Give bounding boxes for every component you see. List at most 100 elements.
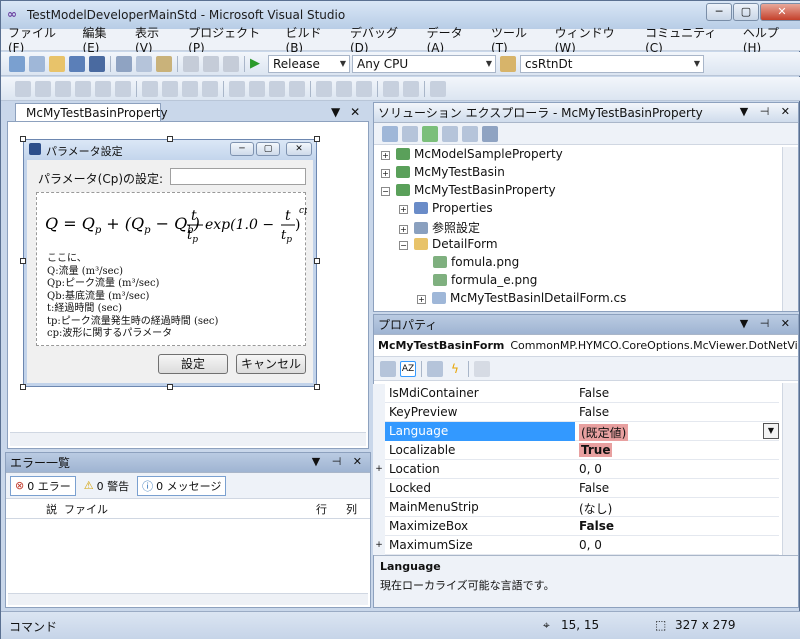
close-button[interactable]: ✕ [760,3,800,21]
menu-project[interactable]: プロジェクト(P) [181,24,278,55]
menu-edit[interactable]: 編集(E) [75,24,128,55]
panel-controls[interactable]: ▼ ⊣ ✕ [740,105,794,118]
property-row[interactable]: + Location 0, 0 [373,460,779,479]
navigate-icon[interactable] [223,55,239,72]
tree-item[interactable]: + McMyTestBasinlDetailForm.cs [417,291,626,305]
tree-item[interactable]: + 参照設定 [399,219,480,236]
maximize-button[interactable]: ▢ [733,3,759,21]
menu-community[interactable]: コミュニティ(C) [638,24,736,55]
form-close-button[interactable]: ✕ [286,142,312,156]
form-maximize-button[interactable]: ▢ [256,142,280,156]
parameter-form[interactable]: パラメータ設定 ─ ▢ ✕ パラメータ(Cp)の設定: Q = Qp + (Qp… [23,139,317,387]
same-size-icon[interactable] [182,80,198,97]
ok-button[interactable]: 設定 [158,354,228,374]
resize-handle[interactable] [20,136,26,142]
error-list-scrollbar[interactable] [8,593,368,605]
size-to-grid-icon[interactable] [202,80,218,97]
same-height-icon[interactable] [162,80,178,97]
platform-combo[interactable]: Any CPU [352,54,496,73]
remove-spacing-icon[interactable] [289,80,305,97]
view-designer-icon[interactable] [462,125,478,142]
horizontal-spacing-icon[interactable] [229,80,245,97]
center-horizontally-icon[interactable] [336,80,352,97]
align-bottom-icon[interactable] [115,80,131,97]
categorized-icon[interactable] [380,360,396,377]
decrease-spacing-icon[interactable] [269,80,285,97]
paste-icon[interactable] [156,55,172,72]
messages-filter-button[interactable]: ⓘ 0 メッセージ [137,475,227,496]
center-vertically-icon[interactable] [356,80,372,97]
properties-view-icon[interactable] [427,360,443,377]
send-to-back-icon[interactable] [403,80,419,97]
menu-file[interactable]: ファイル(F) [1,24,75,55]
tree-item[interactable]: − McMyTestBasinProperty [381,183,556,197]
open-icon[interactable] [49,55,65,72]
cut-icon[interactable] [116,55,132,72]
column-description[interactable]: 説 [46,501,57,517]
errors-filter-button[interactable]: ⊗ 0 エラー [10,475,76,496]
tree-item[interactable]: + Properties [399,201,493,215]
menu-data[interactable]: データ(A) [420,24,484,55]
align-center-icon[interactable] [35,80,51,97]
property-row[interactable]: + MaximumSize 0, 0 [373,536,779,555]
menu-build[interactable]: ビルド(B) [279,24,343,55]
tree-item[interactable]: fomula.png [433,255,519,269]
copy-icon[interactable] [136,55,152,72]
property-row[interactable]: Localizable True [373,441,779,460]
class-diagram-icon[interactable] [482,125,498,142]
tab-order-icon[interactable] [430,80,446,97]
language-dropdown-button[interactable]: ▼ [763,423,779,439]
designer-h-scrollbar[interactable] [10,432,366,446]
resize-handle[interactable] [314,258,320,264]
designer-tab[interactable]: McMyTestBasinProperty [15,103,168,122]
align-left-icon[interactable] [15,80,31,97]
align-top-icon[interactable] [75,80,91,97]
object-selector[interactable]: McMyTestBasinForm CommonMP.HYMCO.CoreOpt… [374,335,798,357]
property-row[interactable]: IsMdiContainer False [373,384,779,403]
resize-handle[interactable] [20,258,26,264]
property-row-selected[interactable]: Language (既定値) ▼ [373,422,779,441]
align-middle-icon[interactable] [95,80,111,97]
form-minimize-button[interactable]: ─ [230,142,254,156]
resize-handle[interactable] [314,384,320,390]
menu-window[interactable]: ウィンドウ(W) [548,24,638,55]
tree-item[interactable]: + McModelSampleProperty [381,147,563,161]
menu-help[interactable]: ヘルプ(H) [736,24,800,55]
resize-handle[interactable] [167,136,173,142]
dropdown-icon[interactable]: ▼ [331,105,340,119]
cancel-button[interactable]: キャンセル [236,354,306,374]
new-project-icon[interactable] [9,55,25,72]
column-column[interactable]: 列 [346,501,357,517]
add-item-icon[interactable] [29,55,45,72]
save-all-icon[interactable] [89,55,105,72]
same-width-icon[interactable] [142,80,158,97]
property-row[interactable]: MaximizeBox False [373,517,779,536]
close-tab-icon[interactable]: ✕ [350,105,360,119]
vertical-spacing-icon[interactable] [316,80,332,97]
menu-tools[interactable]: ツール(T) [484,24,548,55]
resize-handle[interactable] [167,384,173,390]
panel-controls[interactable]: ▼ ⊣ ✕ [312,455,366,468]
property-pages-icon[interactable] [474,360,490,377]
properties-icon[interactable] [382,125,398,142]
redo-icon[interactable] [203,55,219,72]
property-row[interactable]: MainMenuStrip (なし) [373,498,779,517]
align-right-icon[interactable] [55,80,71,97]
save-icon[interactable] [69,55,85,72]
alphabetical-icon[interactable]: AZ [400,360,416,377]
bring-to-front-icon[interactable] [383,80,399,97]
property-row[interactable]: KeyPreview False [373,403,779,422]
find-combo[interactable]: csRtnDt [520,54,704,73]
column-line[interactable]: 行 [316,501,327,517]
view-code-icon[interactable] [442,125,458,142]
undo-icon[interactable] [183,55,199,72]
minimize-button[interactable]: ─ [706,3,732,21]
param-input[interactable] [170,168,306,185]
solution-scrollbar[interactable] [782,147,798,311]
menu-view[interactable]: 表示(V) [128,24,181,55]
show-all-files-icon[interactable] [402,125,418,142]
refresh-icon[interactable] [422,125,438,142]
tree-item[interactable]: formula_e.png [433,273,537,287]
properties-scrollbar[interactable] [782,383,798,555]
property-row[interactable]: Locked False [373,479,779,498]
